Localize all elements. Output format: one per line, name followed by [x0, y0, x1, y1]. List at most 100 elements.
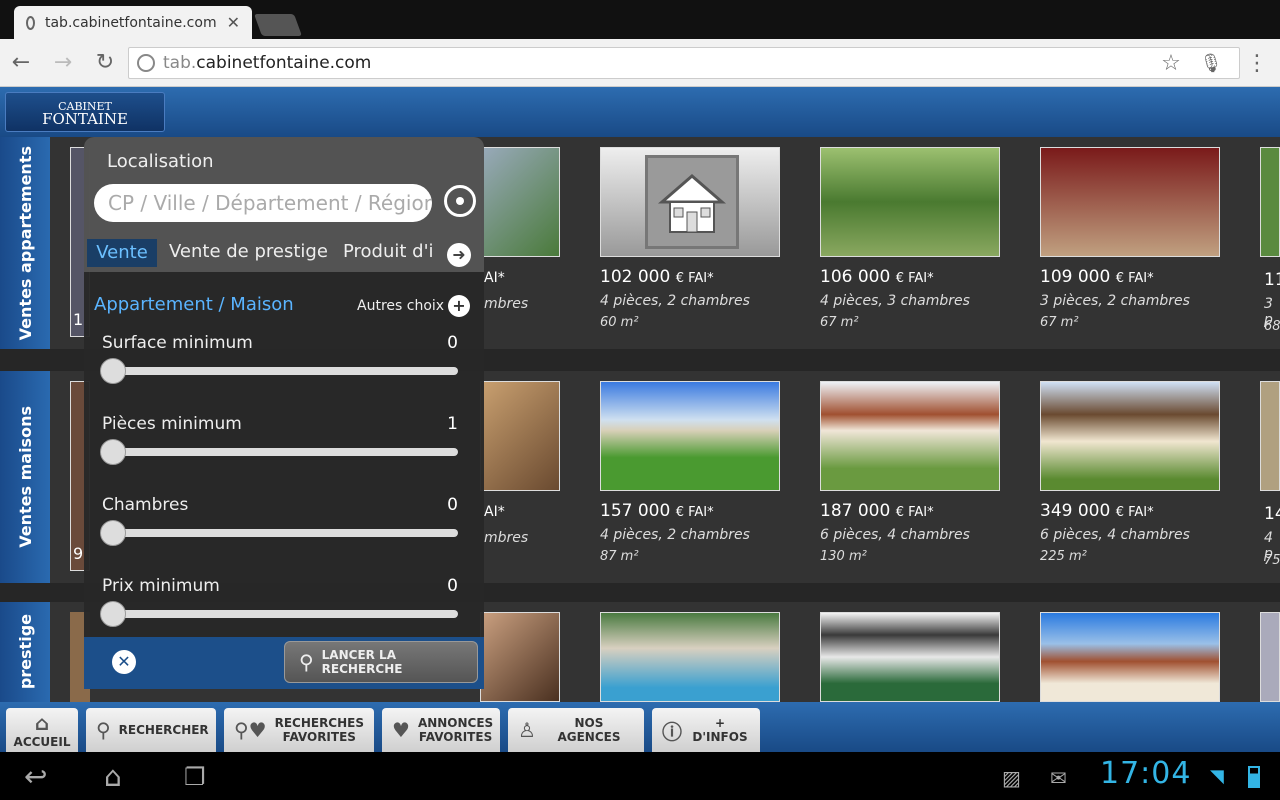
- slider-thumb[interactable]: [100, 358, 126, 384]
- nav-infos[interactable]: ⓘ + D'INFOS: [652, 708, 760, 752]
- slider-track[interactable]: [102, 529, 458, 537]
- arrow-right-icon[interactable]: ➜: [447, 243, 471, 267]
- listing-card[interactable]: 102 000 € FAI* 4 pièces, 2 chambres 60 m…: [600, 147, 780, 330]
- listing-photo[interactable]: [480, 612, 560, 702]
- listing-photo[interactable]: [820, 612, 1000, 702]
- surface-slider[interactable]: Surface minimum 0: [100, 333, 458, 384]
- listing-card[interactable]: 106 000 € FAI* 4 pièces, 3 chambres 67 m…: [820, 147, 1000, 330]
- slider-track[interactable]: [102, 367, 458, 375]
- listing-price-partial: 11: [1264, 270, 1280, 290]
- price-suffix: € FAI*: [675, 505, 714, 520]
- logo-line2: FONTAINE: [42, 110, 128, 128]
- forward-icon[interactable]: →: [50, 50, 76, 76]
- slider-track[interactable]: [102, 448, 458, 456]
- listing-price-partial: 14: [1264, 504, 1280, 524]
- autres-choix-label[interactable]: Autres choix: [357, 298, 444, 314]
- listing-photo[interactable]: [1260, 381, 1280, 491]
- listing-price-partial: AI*: [484, 270, 505, 286]
- chambres-slider[interactable]: Chambres 0: [100, 495, 458, 546]
- browser-tab[interactable]: tab.cabinetfontaine.com ✕: [14, 6, 252, 39]
- locate-icon[interactable]: [444, 185, 476, 217]
- back-nav-icon[interactable]: ↩: [24, 760, 47, 793]
- listing-card[interactable]: 109 000 € FAI* 3 pièces, 2 chambres 67 m…: [1040, 147, 1220, 330]
- gallery-notification-icon[interactable]: ▨: [1002, 766, 1021, 790]
- localisation-input[interactable]: CP / Ville / Département / Région: [94, 184, 432, 222]
- plus-icon[interactable]: +: [448, 295, 470, 317]
- wifi-icon: ◥: [1210, 766, 1224, 787]
- nav-rechercher[interactable]: ⚲ RECHERCHER: [86, 708, 216, 752]
- nav-label-line1: ANNONCES: [417, 716, 494, 730]
- url-host: cabinetfontaine.com: [196, 53, 372, 73]
- price-value: 187 000: [820, 501, 891, 521]
- launch-search-button[interactable]: ⚲ LANCER LA RECHERCHE: [284, 641, 478, 683]
- nav-accueil[interactable]: ⌂ ACCUEIL: [6, 708, 78, 752]
- price-suffix: € FAI*: [895, 505, 934, 520]
- back-icon[interactable]: ←: [8, 50, 34, 76]
- home-nav-icon[interactable]: ⌂: [104, 760, 122, 793]
- listing-area: 67 m²: [1040, 315, 1079, 330]
- listing-photo[interactable]: [1260, 612, 1280, 702]
- listing-area: 67 m²: [820, 315, 859, 330]
- microphone-icon[interactable]: 🎙: [1198, 51, 1224, 77]
- listing-photo[interactable]: [480, 381, 560, 491]
- price-value: 157 000: [600, 501, 671, 521]
- tab-produit[interactable]: Produit d'i: [343, 241, 434, 262]
- slider-thumb[interactable]: [100, 601, 126, 627]
- prix-slider[interactable]: Prix minimum 0: [100, 576, 458, 627]
- price-value: 106 000: [820, 267, 891, 287]
- nav-nos-agences[interactable]: ♙ NOS AGENCES: [508, 708, 644, 752]
- listing-area-partial: 68: [1264, 319, 1280, 334]
- nav-recherches-favorites[interactable]: ⚲♥ RECHERCHES FAVORITES: [224, 708, 374, 752]
- listing-photo[interactable]: [1260, 147, 1280, 257]
- listing-photo: [1040, 381, 1220, 491]
- listing-card[interactable]: 157 000 € FAI* 4 pièces, 2 chambres 87 m…: [600, 381, 780, 564]
- price-value: 109 000: [1040, 267, 1111, 287]
- clock[interactable]: 17:04: [1100, 756, 1191, 791]
- listing-photo[interactable]: [480, 147, 560, 257]
- listing-price: 157 000 € FAI*: [600, 501, 780, 521]
- cabinet-fontaine-logo[interactable]: CABINET FONTAINE: [5, 92, 165, 132]
- listing-photo[interactable]: [600, 612, 780, 702]
- nav-annonces-favorites[interactable]: ♥ ANNONCES FAVORITES: [382, 708, 500, 752]
- tab-vente-prestige[interactable]: Vente de prestige: [169, 241, 328, 262]
- mail-notification-icon[interactable]: ✉: [1050, 766, 1067, 790]
- nav-label: NOS AGENCES: [557, 716, 621, 744]
- section-label: Ventes maisons: [15, 406, 35, 548]
- listing-card[interactable]: 349 000 € FAI* 6 pièces, 4 chambres 225 …: [1040, 381, 1220, 564]
- reload-icon[interactable]: ↻: [92, 50, 118, 76]
- heart-icon: ♥: [392, 718, 410, 742]
- listing-price: 109 000 € FAI*: [1040, 267, 1220, 287]
- slider-track[interactable]: [102, 610, 458, 618]
- listing-photo[interactable]: [1040, 612, 1220, 702]
- recent-apps-icon[interactable]: ❐: [184, 763, 206, 791]
- home-icon: ⌂: [34, 711, 50, 735]
- listing-rooms: 4 pièces, 3 chambres: [820, 293, 970, 309]
- listing-card[interactable]: 187 000 € FAI* 6 pièces, 4 chambres 130 …: [820, 381, 1000, 564]
- battery-icon: [1248, 766, 1260, 788]
- price-value: 102 000: [600, 267, 671, 287]
- globe-icon: [26, 15, 35, 30]
- agent-icon: ♙: [518, 718, 536, 742]
- listing-area-partial: 75: [1264, 553, 1280, 568]
- info-icon: ⓘ: [662, 719, 682, 744]
- search-panel-footer: ✕ ⚲ LANCER LA RECHERCHE: [84, 637, 484, 689]
- menu-icon[interactable]: ⋮: [1244, 51, 1270, 77]
- slider-thumb[interactable]: [100, 439, 126, 465]
- listing-price: 106 000 € FAI*: [820, 267, 1000, 287]
- close-icon[interactable]: ✕: [112, 650, 136, 674]
- new-tab-button[interactable]: [253, 14, 303, 36]
- listing-price-partial: 9: [73, 544, 84, 563]
- slider-label: Pièces minimum: [102, 414, 242, 434]
- section-ventes-maisons[interactable]: Ventes maisons: [0, 371, 50, 583]
- tab-vente[interactable]: Vente: [87, 239, 157, 267]
- slider-thumb[interactable]: [100, 520, 126, 546]
- close-tab-icon[interactable]: ✕: [227, 13, 240, 32]
- slider-label: Surface minimum: [102, 333, 253, 353]
- bookmark-star-icon[interactable]: ☆: [1158, 51, 1184, 77]
- pieces-slider[interactable]: Pièces minimum 1: [100, 414, 458, 465]
- section-ventes-appartements[interactable]: Ventes appartements: [0, 137, 50, 349]
- address-bar[interactable]: tab. cabinetfontaine.com: [128, 47, 1240, 79]
- tab-title: tab.cabinetfontaine.com: [44, 14, 217, 31]
- property-type-selector[interactable]: Appartement / Maison: [94, 294, 294, 315]
- section-prestige[interactable]: prestige: [0, 602, 50, 702]
